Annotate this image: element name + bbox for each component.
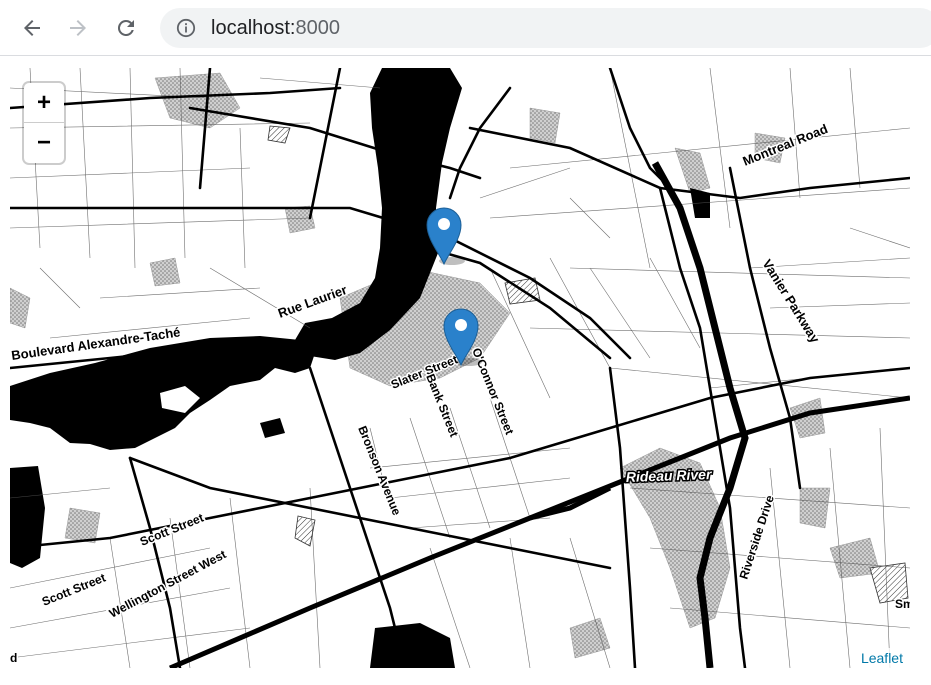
back-button[interactable] <box>14 10 50 46</box>
reload-icon <box>117 19 134 36</box>
url-port: 8000 <box>295 17 341 39</box>
attribution-link[interactable]: Leaflet <box>855 648 910 668</box>
forward-button[interactable] <box>60 10 96 46</box>
url-text[interactable]: localhost:8000 <box>211 17 340 39</box>
arrow-left-icon <box>24 20 40 36</box>
label-edge-d: d <box>10 651 17 665</box>
zoom-in-button[interactable]: + <box>24 83 64 123</box>
reload-button[interactable] <box>108 10 144 46</box>
map-tiles[interactable]: Montreal Road Vanier Parkway Rue Laurier… <box>10 68 910 668</box>
label-rideau-river: Rideau River <box>626 466 714 485</box>
info-circle-icon[interactable] <box>176 18 196 38</box>
zoom-control: + − <box>24 83 64 163</box>
label-edge-sm: Sm <box>895 597 910 611</box>
map-container[interactable]: Montreal Road Vanier Parkway Rue Laurier… <box>10 68 910 668</box>
address-bar[interactable]: localhost:8000 <box>160 8 931 48</box>
url-host: localhost: <box>211 17 296 39</box>
browser-toolbar: localhost:8000 <box>0 0 931 56</box>
arrow-right-icon <box>70 20 86 36</box>
zoom-out-button[interactable]: − <box>24 123 64 162</box>
